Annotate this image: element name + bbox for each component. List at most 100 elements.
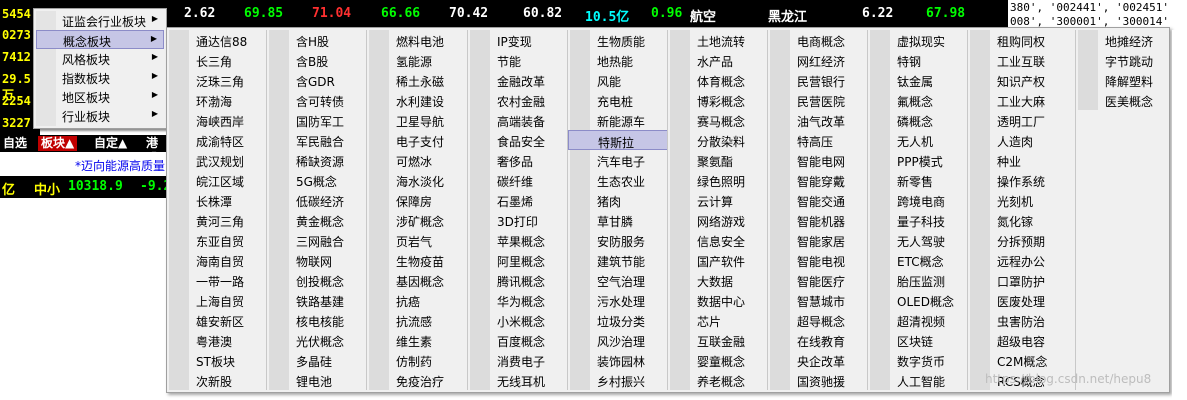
menu-item-index[interactable]: 指数板块 ▶ xyxy=(36,68,164,87)
concept-menu-item[interactable]: 无线耳机 xyxy=(468,370,568,390)
concept-menu-item[interactable]: 氟概念 xyxy=(868,90,968,110)
menu-item-csrc-industry[interactable]: 证监会行业板块 ▶ xyxy=(36,11,164,30)
concept-menu-item[interactable]: 小米概念 xyxy=(468,310,568,330)
concept-menu-item[interactable]: 国产软件 xyxy=(668,250,768,270)
concept-menu-item[interactable]: 创投概念 xyxy=(267,270,367,290)
concept-menu-item[interactable]: 涉矿概念 xyxy=(367,210,467,230)
concept-menu-item[interactable]: 百度概念 xyxy=(468,330,568,350)
concept-menu-item[interactable]: 风能 xyxy=(568,70,668,90)
concept-menu-item[interactable]: 光伏概念 xyxy=(267,330,367,350)
concept-menu-item[interactable]: 基因概念 xyxy=(367,270,467,290)
concept-menu-item[interactable]: 互联金融 xyxy=(668,330,768,350)
concept-menu-item[interactable]: 网络游戏 xyxy=(668,210,768,230)
concept-menu-item[interactable]: 雄安新区 xyxy=(167,310,267,330)
concept-menu-item[interactable]: 智慧城市 xyxy=(768,290,868,310)
concept-menu-item[interactable]: 远程办公 xyxy=(968,250,1068,270)
concept-menu-item[interactable]: 铁路基建 xyxy=(267,290,367,310)
concept-menu-item[interactable]: 新能源车 xyxy=(568,110,668,130)
concept-menu-item[interactable]: 字节跳动 xyxy=(1076,50,1176,70)
concept-menu-item[interactable]: 胎压监测 xyxy=(868,270,968,290)
concept-menu-item[interactable]: 国防军工 xyxy=(267,110,367,130)
concept-menu-item[interactable]: 食品安全 xyxy=(468,130,568,150)
concept-menu-item[interactable]: 种业 xyxy=(968,150,1068,170)
concept-menu-item[interactable]: 智能电网 xyxy=(768,150,868,170)
concept-menu-item[interactable]: 生态农业 xyxy=(568,170,668,190)
concept-menu-item[interactable]: 聚氨酯 xyxy=(668,150,768,170)
concept-menu-item[interactable]: 口罩防护 xyxy=(968,270,1068,290)
concept-menu-item[interactable]: 低碳经济 xyxy=(267,190,367,210)
menu-item-concept[interactable]: 概念板块 ▶ xyxy=(36,30,164,49)
concept-menu-item[interactable]: 分拆预期 xyxy=(968,230,1068,250)
concept-menu-item[interactable]: 页岩气 xyxy=(367,230,467,250)
concept-menu-item[interactable]: 抗癌 xyxy=(367,290,467,310)
concept-menu-item[interactable]: 军民融合 xyxy=(267,130,367,150)
concept-menu-item[interactable]: 工业互联 xyxy=(968,50,1068,70)
concept-menu-item[interactable]: 人造肉 xyxy=(968,130,1068,150)
concept-menu-item[interactable]: 分散染料 xyxy=(668,130,768,150)
concept-menu-item[interactable]: PPP模式 xyxy=(868,150,968,170)
concept-menu-item[interactable]: 抗流感 xyxy=(367,310,467,330)
concept-menu-item[interactable]: 医美概念 xyxy=(1076,90,1176,110)
concept-menu-item[interactable]: 特斯拉 xyxy=(568,130,668,150)
concept-menu-item[interactable]: 体育概念 xyxy=(668,70,768,90)
concept-menu-item[interactable]: 工业大麻 xyxy=(968,90,1068,110)
concept-menu-item[interactable]: 磷概念 xyxy=(868,110,968,130)
concept-menu-item[interactable]: 多晶硅 xyxy=(267,350,367,370)
concept-menu-item[interactable]: 草甘膦 xyxy=(568,210,668,230)
concept-menu-item[interactable]: 免疫治疗 xyxy=(367,370,467,390)
concept-menu-item[interactable]: 海峡西岸 xyxy=(167,110,267,130)
concept-menu-item[interactable]: 上海自贸 xyxy=(167,290,267,310)
concept-menu-item[interactable]: 透明工厂 xyxy=(968,110,1068,130)
concept-menu-item[interactable]: 含B股 xyxy=(267,50,367,70)
concept-menu-item[interactable]: 医废处理 xyxy=(968,290,1068,310)
index-quote-row[interactable]: 亿 中小 10318.9 -9.20 xyxy=(0,176,179,198)
concept-menu-item[interactable]: 农村金融 xyxy=(468,90,568,110)
concept-menu-item[interactable]: 地热能 xyxy=(568,50,668,70)
concept-menu-item[interactable]: 大数据 xyxy=(668,270,768,290)
concept-menu-item[interactable]: 智能电视 xyxy=(768,250,868,270)
concept-menu-item[interactable]: 稀缺资源 xyxy=(267,150,367,170)
concept-menu-item[interactable]: 碳纤维 xyxy=(468,170,568,190)
concept-menu-item[interactable]: 水利建设 xyxy=(367,90,467,110)
concept-menu-item[interactable]: 租购同权 xyxy=(968,30,1068,50)
concept-menu-item[interactable]: 长株潭 xyxy=(167,190,267,210)
concept-menu-item[interactable]: 风沙治理 xyxy=(568,330,668,350)
concept-menu-item[interactable]: 油气改革 xyxy=(768,110,868,130)
concept-menu-item[interactable]: 次新股 xyxy=(167,370,267,390)
concept-menu-item[interactable]: 生物质能 xyxy=(568,30,668,50)
concept-menu-item[interactable]: 可燃冰 xyxy=(367,150,467,170)
concept-menu-item[interactable]: 环渤海 xyxy=(167,90,267,110)
news-banner[interactable]: *迈向能源高质量 xyxy=(75,157,165,174)
concept-menu-item[interactable]: 无人驾驶 xyxy=(868,230,968,250)
concept-menu-item[interactable]: 降解塑料 xyxy=(1076,70,1176,90)
concept-menu-item[interactable]: 电商概念 xyxy=(768,30,868,50)
concept-menu-item[interactable]: 光刻机 xyxy=(968,190,1068,210)
concept-menu-item[interactable]: 地摊经济 xyxy=(1076,30,1176,50)
concept-menu-item[interactable]: 无人机 xyxy=(868,130,968,150)
concept-menu-item[interactable]: 水产品 xyxy=(668,50,768,70)
concept-menu-item[interactable]: 量子科技 xyxy=(868,210,968,230)
concept-menu-item[interactable]: 民营医院 xyxy=(768,90,868,110)
concept-menu-item[interactable]: 氮化镓 xyxy=(968,210,1068,230)
concept-menu-item[interactable]: 锂电池 xyxy=(267,370,367,390)
concept-menu-item[interactable]: 充电桩 xyxy=(568,90,668,110)
concept-menu-item[interactable]: 智能穿戴 xyxy=(768,170,868,190)
concept-menu-item[interactable]: 绿色照明 xyxy=(668,170,768,190)
concept-menu-item[interactable]: 赛马概念 xyxy=(668,110,768,130)
concept-menu-item[interactable]: 成渝特区 xyxy=(167,130,267,150)
concept-menu-item[interactable]: 保障房 xyxy=(367,190,467,210)
concept-menu-item[interactable]: 超清视频 xyxy=(868,310,968,330)
concept-menu-item[interactable]: C2M概念 xyxy=(968,350,1068,370)
concept-menu-item[interactable]: 特钢 xyxy=(868,50,968,70)
concept-menu-item[interactable]: 国资驰援 xyxy=(768,370,868,390)
concept-menu-item[interactable]: 电子支付 xyxy=(367,130,467,150)
concept-menu-item[interactable]: 含GDR xyxy=(267,70,367,90)
concept-menu-item[interactable]: 长三角 xyxy=(167,50,267,70)
concept-menu-item[interactable]: 知识产权 xyxy=(968,70,1068,90)
concept-menu-item[interactable]: 虫害防治 xyxy=(968,310,1068,330)
concept-menu-item[interactable]: 超级电容 xyxy=(968,330,1068,350)
concept-menu-item[interactable]: 黄河三角 xyxy=(167,210,267,230)
concept-menu-item[interactable]: 央企改革 xyxy=(768,350,868,370)
concept-menu-item[interactable]: 建筑节能 xyxy=(568,250,668,270)
concept-menu-item[interactable]: 维生素 xyxy=(367,330,467,350)
